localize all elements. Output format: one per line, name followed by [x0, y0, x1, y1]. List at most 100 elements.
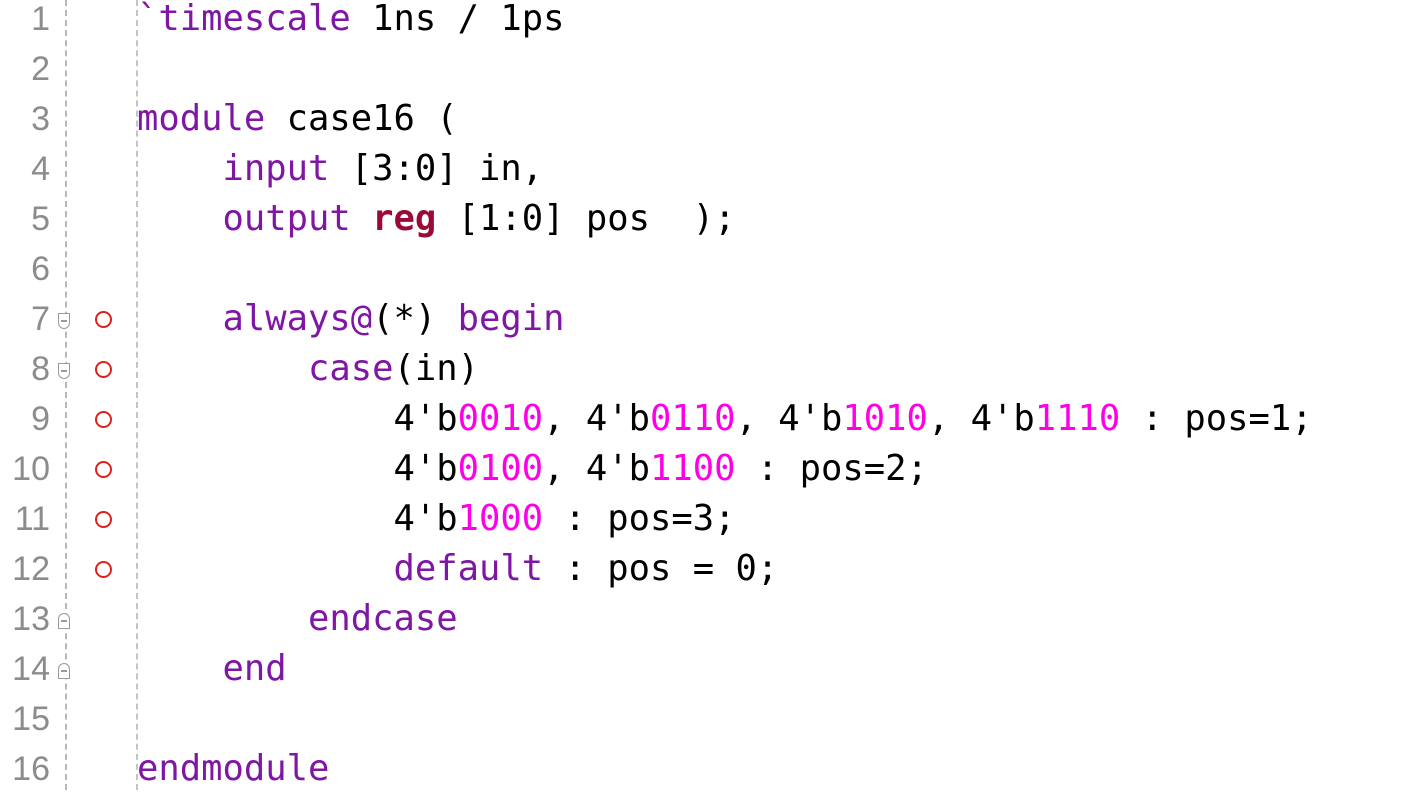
code-editor[interactable]: 1 `timescale 1ns / 1ps 2 3 module case16 (4 … — [0, 0, 1424, 790]
code-line[interactable]: 5 output reg [1:0] pos ); — [0, 194, 1424, 244]
code-token: [3:0] in, — [329, 148, 544, 189]
code-text[interactable]: module case16 ( — [137, 94, 458, 144]
line-number: 4 — [31, 150, 50, 188]
reg-keyword-token: reg — [372, 198, 437, 239]
code-line[interactable]: 10 4'b0100, 4'b1100 : pos=2; — [0, 444, 1424, 494]
keyword-token: end — [222, 648, 287, 689]
number-token: 1010 — [842, 398, 928, 439]
line-number: 7 — [31, 300, 50, 338]
number-token: 1000 — [457, 498, 544, 539]
keyword-token: case — [307, 348, 394, 389]
code-line[interactable]: 7 always@(*) begin — [0, 294, 1424, 344]
code-token: : pos=3; — [543, 498, 736, 539]
fold-end-icon[interactable] — [58, 613, 70, 629]
number-token: 1110 — [1034, 398, 1121, 439]
line-number: 10 — [12, 450, 50, 488]
line-number: 2 — [31, 50, 50, 88]
code-token: (in) — [393, 348, 479, 389]
fold-collapse-icon[interactable] — [58, 313, 70, 329]
code-token: , 4'b — [543, 448, 650, 489]
code-token: (*) — [372, 298, 458, 339]
code-text[interactable]: 4'b1000 : pos=3; — [137, 494, 735, 544]
code-line[interactable]: 1 `timescale 1ns / 1ps — [0, 0, 1424, 44]
line-number: 16 — [12, 750, 50, 788]
breakpoint-marker-icon[interactable] — [95, 411, 112, 428]
line-number: 11 — [14, 500, 50, 538]
breakpoint-marker-icon[interactable] — [95, 511, 112, 528]
fold-end-icon[interactable] — [58, 663, 70, 679]
code-line[interactable]: 13 endcase — [0, 594, 1424, 644]
keyword-token: input — [222, 148, 330, 189]
keyword-token: `timescale — [137, 0, 351, 39]
code-text[interactable]: end — [137, 644, 287, 694]
line-number: 9 — [31, 400, 50, 438]
code-token: [1:0] pos ); — [436, 198, 736, 239]
code-text[interactable]: 4'b0100, 4'b1100 : pos=2; — [137, 444, 928, 494]
keyword-token: endcase — [307, 598, 458, 639]
code-token: : pos = 0; — [543, 548, 779, 589]
number-token: 1100 — [649, 448, 736, 489]
code-text[interactable]: input [3:0] in, — [137, 144, 544, 194]
line-number: 13 — [12, 600, 50, 638]
keyword-token: begin — [457, 298, 565, 339]
code-text[interactable]: endmodule — [137, 744, 329, 794]
code-token: , 4'b — [543, 398, 650, 439]
code-text[interactable]: `timescale 1ns / 1ps — [137, 0, 564, 44]
code-line[interactable]: 3 module case16 ( — [0, 94, 1424, 144]
code-text[interactable]: endcase — [137, 594, 458, 644]
code-token: , 4'b — [927, 398, 1035, 439]
code-line[interactable]: 14 end — [0, 644, 1424, 694]
line-number: 12 — [12, 550, 50, 588]
keyword-token: always@ — [222, 298, 373, 339]
keyword-token: endmodule — [137, 748, 330, 789]
code-token: : pos=2; — [735, 448, 928, 489]
code-token: 4'b — [137, 498, 458, 539]
breakpoint-marker-icon[interactable] — [95, 361, 112, 378]
code-line[interactable]: 6 — [0, 244, 1424, 294]
code-text[interactable]: default : pos = 0; — [137, 544, 778, 594]
line-number: 14 — [12, 650, 50, 688]
code-text[interactable]: always@(*) begin — [137, 294, 565, 344]
code-line[interactable]: 4 input [3:0] in, — [0, 144, 1424, 194]
code-line[interactable]: 11 4'b1000 : pos=3; — [0, 494, 1424, 544]
code-token: : pos=1; — [1120, 398, 1313, 439]
line-number: 6 — [31, 250, 50, 288]
breakpoint-marker-icon[interactable] — [95, 461, 112, 478]
code-token: 4'b — [137, 398, 458, 439]
line-number: 3 — [31, 100, 50, 138]
code-token: case16 ( — [265, 98, 458, 139]
keyword-token: default — [393, 548, 544, 589]
line-number: 5 — [31, 200, 50, 238]
code-text[interactable]: 4'b0010, 4'b0110, 4'b1010, 4'b1110 : pos… — [137, 394, 1313, 444]
code-line[interactable]: 8 case(in) — [0, 344, 1424, 394]
breakpoint-marker-icon[interactable] — [95, 311, 112, 328]
line-number: 8 — [31, 350, 50, 388]
code-line[interactable]: 2 — [0, 44, 1424, 94]
fold-collapse-icon[interactable] — [58, 363, 70, 379]
code-line[interactable]: 15 — [0, 694, 1424, 744]
code-line[interactable]: 12 default : pos = 0; — [0, 544, 1424, 594]
breakpoint-marker-icon[interactable] — [95, 561, 112, 578]
number-token: 0010 — [457, 398, 544, 439]
number-token: 0100 — [457, 448, 544, 489]
code-token: 4'b — [137, 448, 458, 489]
code-token: , 4'b — [735, 398, 843, 439]
keyword-token: output — [222, 198, 351, 239]
code-line[interactable]: 16 endmodule — [0, 744, 1424, 794]
code-text[interactable]: output reg [1:0] pos ); — [137, 194, 736, 244]
code-text[interactable]: case(in) — [137, 344, 479, 394]
number-token: 0110 — [649, 398, 736, 439]
line-number: 15 — [12, 700, 50, 738]
keyword-token: module — [137, 98, 266, 139]
code-token: 1ns / 1ps — [350, 0, 565, 39]
line-number: 1 — [31, 0, 50, 38]
code-line[interactable]: 9 4'b0010, 4'b0110, 4'b1010, 4'b1110 : p… — [0, 394, 1424, 444]
